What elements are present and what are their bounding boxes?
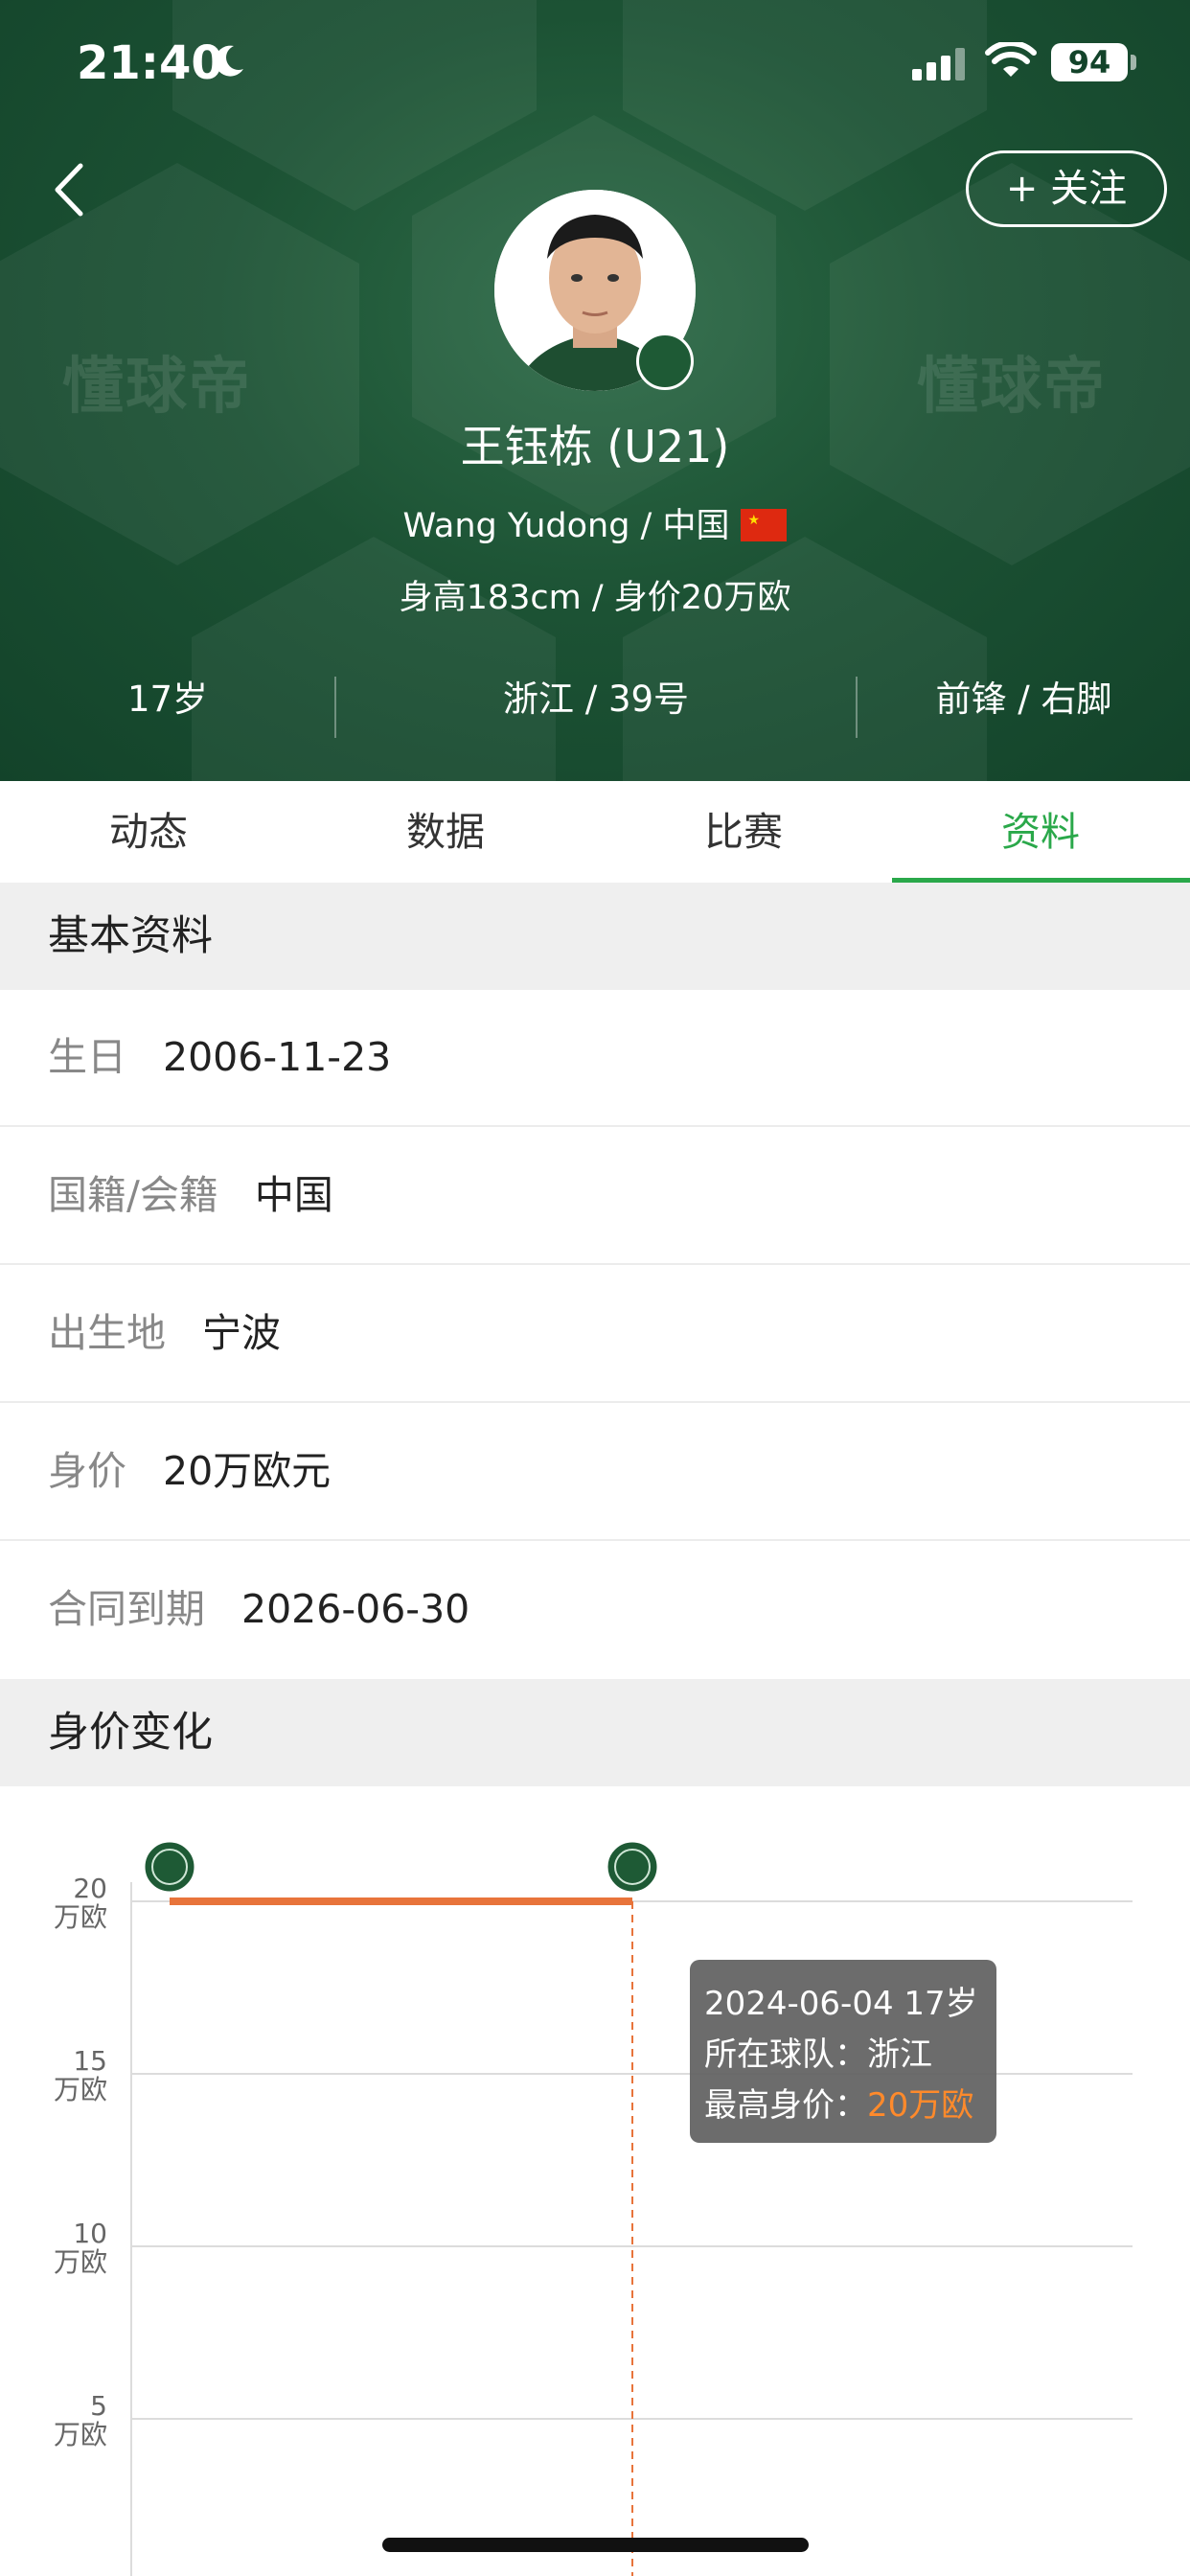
home-indicator [382,2538,809,2552]
info-label: 国籍/会籍 [48,1172,218,1218]
tooltip-team: 浙江 [867,2036,932,2074]
info-label: 合同到期 [48,1586,205,1632]
y-tick-label: 5 [90,2390,107,2422]
tooltip-value: 20万欧 [867,2086,974,2125]
info-label: 身价 [48,1448,126,1494]
section-basic-info-title: 基本资料 [0,883,1190,990]
status-bar: 21:40 94 [0,0,1190,134]
stat-position-foot: 前锋 / 右脚 [935,678,1112,720]
y-tick-label: 10 [73,2218,107,2249]
info-value: 2026-06-30 [241,1586,470,1632]
follow-button[interactable]: + 关注 [966,150,1167,227]
player-stats: 17岁 浙江 / 39号 前锋 / 右脚 [0,671,1190,738]
chart-tooltip: 2024-06-04 17岁 所在球队：浙江 最高身价：20万欧 [690,1960,996,2143]
tab-profile[interactable]: 资料 [892,781,1189,883]
info-value: 2006-11-23 [163,1034,392,1080]
china-flag-icon: ★ [741,509,788,541]
info-value: 宁波 [202,1310,281,1356]
tab-matches[interactable]: 比赛 [595,781,892,883]
y-tick-unit: 万欧 [54,2419,107,2450]
stat-age: 17岁 [126,678,209,720]
wifi-icon [985,42,1037,77]
y-tick-unit: 万欧 [54,2074,107,2105]
tooltip-date-age: 2024-06-04 17岁 [704,1985,978,2023]
battery-icon: 94 [1051,43,1128,81]
player-header: 懂球帝 懂球帝 21:40 94 + 关注 王钰栋 (U21) Wang Yud… [0,0,1190,781]
info-row-birthday: 生日 2006-11-23 [0,990,1190,1127]
y-tick-label: 15 [73,2045,107,2077]
info-label: 出生地 [48,1310,166,1356]
info-label: 生日 [48,1034,126,1080]
player-name: 王钰栋 (U21) [460,421,730,472]
info-value: 20万欧元 [163,1448,332,1494]
tooltip-team-line: 所在球队：浙江 [704,2030,996,2081]
tooltip-value-line: 最高身价：20万欧 [704,2081,996,2131]
info-row-birthplace: 出生地 宁波 [0,1266,1190,1403]
tab-dynamics[interactable]: 动态 [0,781,297,883]
info-row-contract: 合同到期 2026-06-30 [0,1542,1190,1679]
status-time: 21:40 [77,36,223,90]
tab-bar: 动态 数据 比赛 资料 [0,781,1190,883]
back-chevron-icon[interactable] [48,158,96,221]
battery-level: 94 [1067,44,1111,80]
info-value: 中国 [254,1172,333,1218]
value-chart-svg[interactable]: 20万欧15万欧10万欧5万欧 [0,1786,1190,2576]
value-chart[interactable]: 20 万欧 15 万欧 10 万欧 5 万欧 [0,1786,1190,2576]
y-tick-unit: 万欧 [54,1901,107,1933]
tooltip-team-label: 所在球队： [704,2036,867,2074]
signal-icon [912,48,965,80]
tooltip-value-label: 最高身价： [704,2086,867,2125]
y-tick-label: 20 [73,1873,107,1904]
y-tick-unit: 万欧 [54,2246,107,2278]
moon-icon [215,45,243,77]
section-value-change-title: 身价变化 [0,1679,1190,1786]
battery-cap [1131,55,1136,70]
info-row-nationality: 国籍/会籍 中国 [0,1128,1190,1265]
english-name-nationality: Wang Yudong / 中国 [402,507,730,545]
player-english-name: Wang Yudong / 中国 ★ [0,498,1190,547]
info-row-market-value: 身价 20万欧元 [0,1404,1190,1541]
club-badge-icon [636,333,694,390]
stat-team-number: 浙江 / 39号 [502,678,690,720]
player-height-value: 身高183cm / 身价20万欧 [399,579,791,617]
tab-data[interactable]: 数据 [297,781,594,883]
